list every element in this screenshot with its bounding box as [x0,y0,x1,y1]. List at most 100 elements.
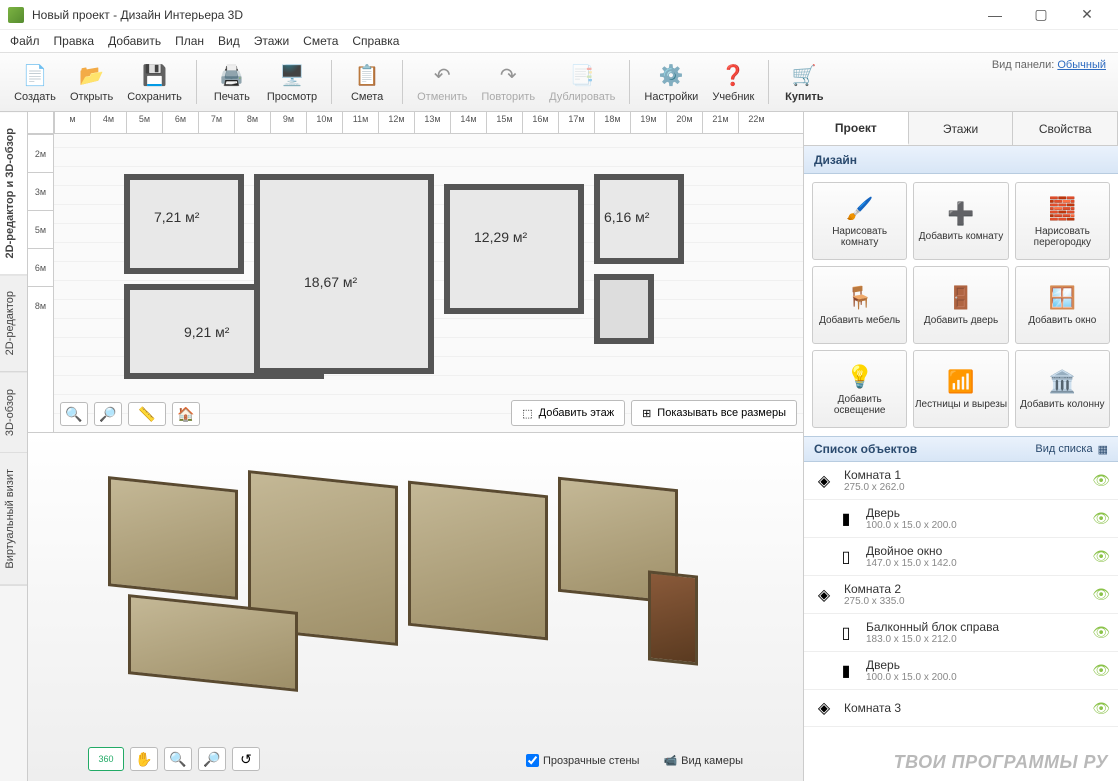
design-btn-2[interactable]: 🧱Нарисовать перегородку [1015,182,1110,260]
panel-mode: Вид панели: Обычный [992,59,1106,71]
maximize-button[interactable]: ▢ [1018,0,1064,30]
zoom-out-button[interactable]: 🔍 [60,402,88,426]
design-btn-8[interactable]: 🏛️Добавить колонну [1015,350,1110,428]
design-icon: 🚪 [946,283,976,313]
visibility-icon[interactable]: 👁 [1092,624,1110,641]
ruler-horizontal: м4м5м6м7м8м9м10м11м12м13м14м15м16м17м18м… [28,112,803,134]
tab-project[interactable]: Проект [804,112,909,145]
visibility-icon[interactable]: 👁 [1092,510,1110,527]
view-3d[interactable]: 360 ✋ 🔍 🔎 ↺ Прозрачные стены 📹Вид камеры [28,432,803,781]
measure-button[interactable]: 📏 [128,402,166,426]
visibility-icon[interactable]: 👁 [1092,472,1110,489]
tab-floors[interactable]: Этажи [909,112,1014,145]
dimensions-icon: ⊞ [642,407,651,420]
menu-help[interactable]: Справка [352,34,399,48]
list-item[interactable]: ▮Дверь100.0 x 15.0 x 200.0👁 [804,500,1118,538]
undo-button[interactable]: ↶Отменить [413,60,471,105]
menu-edit[interactable]: Правка [54,34,95,48]
design-header: Дизайн [804,146,1118,174]
window-icon: ▯ [834,621,858,645]
layers-icon: ⬚ [522,407,532,420]
tab-3d[interactable]: 3D-обзор [0,373,27,453]
close-button[interactable]: ✕ [1064,0,1110,30]
zoom-in-3d-button[interactable]: 🔎 [198,747,226,771]
list-icon: ▦ [1098,443,1108,456]
design-btn-7[interactable]: 📶Лестницы и вырезы [913,350,1008,428]
duplicate-button[interactable]: 📑Дублировать [545,60,619,105]
menu-view[interactable]: Вид [218,34,240,48]
zoom-out-3d-button[interactable]: 🔍 [164,747,192,771]
redo-button[interactable]: ↷Повторить [477,60,539,105]
duplicate-icon: 📑 [568,62,596,90]
printer-icon: 🖨️ [218,62,246,90]
right-panel: Проект Этажи Свойства Дизайн 🖌️Нарисоват… [804,112,1118,781]
visibility-icon[interactable]: 👁 [1092,700,1110,717]
room-icon: ◈ [812,583,836,607]
buy-button[interactable]: 🛒Купить [779,60,829,105]
preview-button[interactable]: 🖥️Просмотр [263,60,321,105]
toolbar: 📄Создать 📂Открыть 💾Сохранить 🖨️Печать 🖥️… [0,52,1118,112]
floppy-icon: 💾 [141,62,169,90]
room-area-5: 9,21 м² [184,324,229,340]
home-button[interactable]: 🏠 [172,402,200,426]
design-btn-3[interactable]: 🪑Добавить мебель [812,266,907,344]
menu-floors[interactable]: Этажи [254,34,289,48]
list-item[interactable]: ▮Дверь100.0 x 15.0 x 200.0👁 [804,652,1118,690]
list-item[interactable]: ◈Комната 2275.0 x 335.0👁 [804,576,1118,614]
visibility-icon[interactable]: 👁 [1092,662,1110,679]
save-button[interactable]: 💾Сохранить [123,60,186,105]
list-mode-toggle[interactable]: Вид списка▦ [1035,443,1108,456]
reset-view-button[interactable]: ↺ [232,747,260,771]
list-item[interactable]: ◈Комната 1275.0 x 262.0👁 [804,462,1118,500]
design-btn-5[interactable]: 🪟Добавить окно [1015,266,1110,344]
design-icon: 🪑 [845,283,875,313]
visibility-icon[interactable]: 👁 [1092,586,1110,603]
tab-properties[interactable]: Свойства [1013,112,1118,145]
design-btn-0[interactable]: 🖌️Нарисовать комнату [812,182,907,260]
visibility-icon[interactable]: 👁 [1092,548,1110,565]
tab-2d-3d[interactable]: 2D-редактор и 3D-обзор [0,112,27,275]
door-icon: ▮ [834,659,858,683]
open-button[interactable]: 📂Открыть [66,60,117,105]
settings-button[interactable]: ⚙️Настройки [640,60,702,105]
list-item[interactable]: ▯Балконный блок справа183.0 x 15.0 x 212… [804,614,1118,652]
gear-icon: ⚙️ [657,62,685,90]
menu-add[interactable]: Добавить [108,34,161,48]
minimize-button[interactable]: — [972,0,1018,30]
room-icon: ◈ [812,696,836,720]
design-btn-1[interactable]: ➕Добавить комнату [913,182,1008,260]
floorplan[interactable]: 7,21 м² 18,67 м² 12,29 м² 6,16 м² 9,21 м… [124,154,684,384]
menu-plan[interactable]: План [175,34,204,48]
design-icon: 🪟 [1047,283,1077,313]
monitor-icon: 🖥️ [278,62,306,90]
camera-view-checkbox[interactable]: 📹Вид камеры [663,754,743,767]
panel-mode-link[interactable]: Обычный [1057,59,1106,71]
design-icon: 🖌️ [845,194,875,224]
estimate-button[interactable]: 📋Смета [342,60,392,105]
show-dimensions-button[interactable]: ⊞Показывать все размеры [631,400,797,426]
transparent-walls-checkbox[interactable]: Прозрачные стены [526,754,639,767]
create-button[interactable]: 📄Создать [10,60,60,105]
tutorial-button[interactable]: ❓Учебник [708,60,758,105]
room-area-1: 7,21 м² [154,209,199,225]
design-btn-4[interactable]: 🚪Добавить дверь [913,266,1008,344]
pan-button[interactable]: ✋ [130,747,158,771]
zoom-in-button[interactable]: 🔎 [94,402,122,426]
room-area-3: 12,29 м² [474,229,527,245]
print-button[interactable]: 🖨️Печать [207,60,257,105]
titlebar: Новый проект - Дизайн Интерьера 3D — ▢ ✕ [0,0,1118,30]
plan-canvas[interactable]: 7,21 м² 18,67 м² 12,29 м² 6,16 м² 9,21 м… [54,134,803,432]
tab-2d[interactable]: 2D-редактор [0,275,27,372]
list-item[interactable]: ◈Комната 3👁 [804,690,1118,727]
list-item[interactable]: ▯Двойное окно147.0 x 15.0 x 142.0👁 [804,538,1118,576]
object-list[interactable]: ◈Комната 1275.0 x 262.0👁▮Дверь100.0 x 15… [804,462,1118,781]
add-floor-button[interactable]: ⬚Добавить этаж [511,400,625,426]
window-icon: ▯ [834,545,858,569]
menu-file[interactable]: Файл [10,34,40,48]
tab-virtual[interactable]: Виртуальный визит [0,453,27,586]
new-file-icon: 📄 [21,62,49,90]
menu-estimate[interactable]: Смета [303,34,338,48]
design-btn-6[interactable]: 💡Добавить освещение [812,350,907,428]
room-icon: ◈ [812,469,836,493]
rotate-360-button[interactable]: 360 [88,747,124,771]
